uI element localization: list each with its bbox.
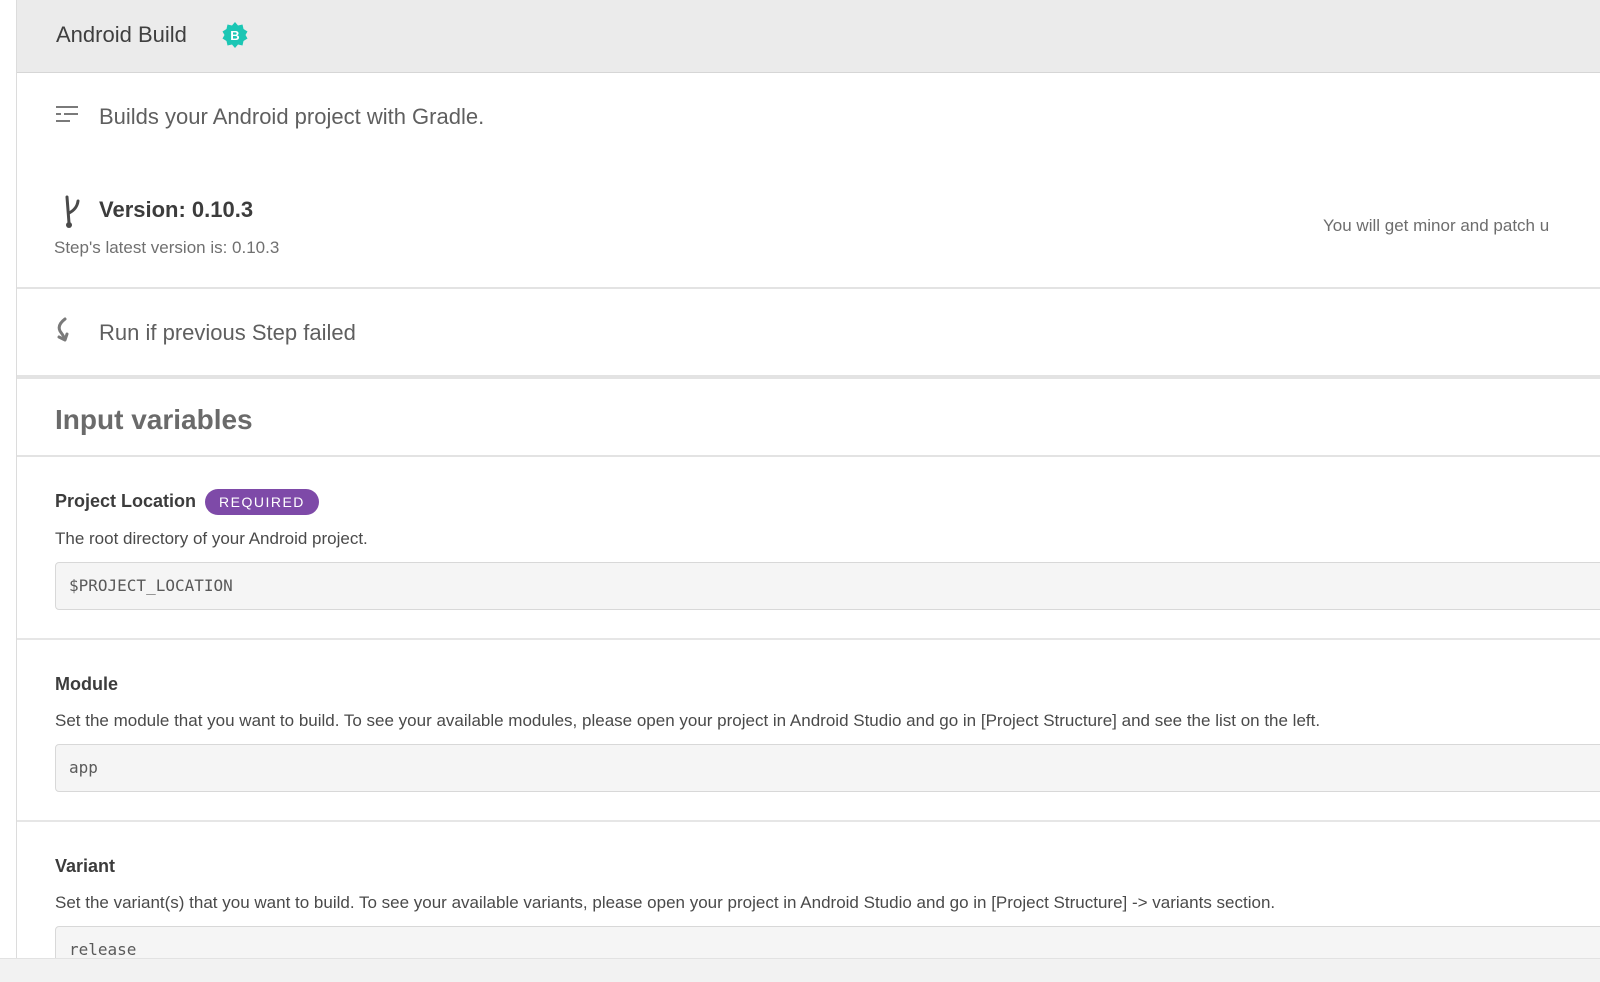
run-if-row[interactable]: Run if previous Step failed bbox=[17, 289, 1600, 379]
field-label: Project Location bbox=[55, 491, 197, 511]
latest-version-text: Step's latest version is: 0.10.3 bbox=[54, 238, 280, 257]
field-description: Set the variant(s) that you want to buil… bbox=[55, 893, 1276, 912]
field-description: The root directory of your Android proje… bbox=[55, 529, 368, 548]
module-input[interactable]: app bbox=[55, 744, 1600, 792]
field-label: Module bbox=[55, 674, 118, 694]
variant-input[interactable]: release bbox=[55, 926, 1600, 958]
field-description: Set the module that you want to build. T… bbox=[55, 711, 1321, 730]
required-badge: REQUIRED bbox=[205, 489, 319, 515]
svg-text:B: B bbox=[230, 28, 239, 43]
field-module: Module Set the module that you want to b… bbox=[17, 640, 1600, 822]
run-if-label: Run if previous Step failed bbox=[99, 320, 356, 345]
bitrise-verified-badge-icon: B bbox=[222, 22, 248, 48]
version-row: Version: 0.10.3 Step's latest version is… bbox=[17, 163, 1600, 289]
run-if-icon bbox=[57, 317, 69, 342]
bottom-scroll-area bbox=[0, 958, 1600, 982]
step-config-panel: Android Build B Builds your Android proj… bbox=[16, 0, 1600, 958]
field-project-location: Project Location REQUIRED The root direc… bbox=[17, 457, 1600, 640]
step-title: Android Build bbox=[56, 22, 187, 47]
project-location-input[interactable]: $PROJECT_LOCATION bbox=[55, 562, 1600, 610]
step-header: Android Build B bbox=[17, 0, 1600, 73]
version-title: Version: 0.10.3 bbox=[99, 197, 254, 222]
branch-icon bbox=[65, 195, 80, 228]
input-variables-header: Input variables bbox=[17, 379, 1600, 457]
field-label: Variant bbox=[55, 856, 116, 876]
step-description-row: Builds your Android project with Gradle. bbox=[17, 73, 1600, 163]
input-variables-title: Input variables bbox=[55, 404, 253, 435]
text-lines-icon bbox=[56, 106, 78, 122]
step-description: Builds your Android project with Gradle. bbox=[99, 104, 485, 129]
field-variant: Variant Set the variant(s) that you want… bbox=[17, 822, 1600, 958]
update-policy-note: You will get minor and patch u bbox=[1323, 216, 1550, 235]
